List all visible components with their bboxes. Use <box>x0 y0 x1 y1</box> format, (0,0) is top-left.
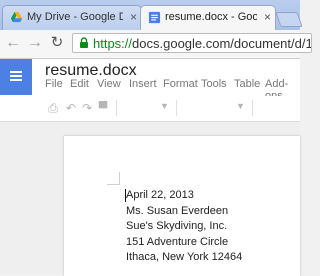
toolbar-divider <box>176 100 177 116</box>
close-tab-icon[interactable]: × <box>130 6 137 28</box>
city-state-zip: Ithaca, New York 12464 <box>126 251 243 263</box>
new-tab-button[interactable] <box>275 12 303 27</box>
menu-edit[interactable]: Edit <box>70 78 89 90</box>
forward-arrow-icon[interactable]: → <box>26 34 44 52</box>
back-arrow-icon[interactable]: ← <box>4 34 22 52</box>
tab-strip: My Drive - Google Drive × resume.docx - … <box>0 0 303 30</box>
undo-icon[interactable]: ↶ <box>64 101 78 115</box>
tab-title: My Drive - Google Drive <box>27 11 123 23</box>
close-tab-icon[interactable]: × <box>264 6 271 28</box>
tab-my-drive[interactable]: My Drive - Google Drive × <box>2 5 142 30</box>
url-text: https://docs.google.com/document/d/1F9d0… <box>93 35 312 52</box>
lock-icon <box>80 37 88 48</box>
tab-title: resume.docx - Google Do <box>165 11 257 23</box>
redo-icon[interactable]: ↷ <box>80 101 94 115</box>
tab-resume-docx[interactable]: resume.docx - Google Do × <box>140 5 276 30</box>
menu-view[interactable]: View <box>97 78 121 90</box>
menu-table[interactable]: Table <box>234 78 260 90</box>
menu-format[interactable]: Format <box>163 78 198 90</box>
menu-tools[interactable]: Tools <box>201 78 227 90</box>
document-page[interactable]: April 22, 2013 Ms. Susan Everdeen Sue's … <box>64 136 300 276</box>
document-canvas: April 22, 2013 Ms. Susan Everdeen Sue's … <box>0 122 300 276</box>
menu-file[interactable]: File <box>45 78 63 90</box>
address-bar[interactable]: https://docs.google.com/document/d/1F9d0… <box>72 33 312 53</box>
street-address: 151 Adventure Circle <box>126 235 229 248</box>
margin-marker <box>107 172 120 185</box>
reload-icon[interactable]: ↻ <box>48 34 66 52</box>
docs-home-icon[interactable] <box>0 59 32 95</box>
toolbar-divider <box>252 100 253 116</box>
paint-format-icon[interactable]: ▀ <box>96 101 110 115</box>
print-icon[interactable]: ⎙ <box>46 101 60 115</box>
google-drive-icon <box>10 11 23 23</box>
recipient-name: Ms. Susan Everdeen <box>126 204 229 217</box>
toolbar-divider <box>116 100 117 116</box>
company-name: Sue's Skydiving, Inc. <box>126 220 228 232</box>
browser-toolbar: ← → ↻ https://docs.google.com/document/d… <box>0 30 312 59</box>
date-line: April 22, 2013 <box>126 189 194 201</box>
document-body[interactable]: April 22, 2013 Ms. Susan Everdeen Sue's … <box>126 188 242 266</box>
google-docs-icon <box>148 11 161 24</box>
edit-toolbar: ⎙ ↶ ↷ ▀ ▼ ▼ <box>0 96 300 122</box>
url-path: docs.google.com/document/d/1F9d06 <box>132 36 312 51</box>
url-scheme: https:// <box>93 36 133 51</box>
style-dropdown-chevron-icon[interactable]: ▼ <box>236 101 245 111</box>
menu-insert[interactable]: Insert <box>129 78 157 90</box>
zoom-dropdown-chevron-icon[interactable]: ▼ <box>160 101 169 111</box>
